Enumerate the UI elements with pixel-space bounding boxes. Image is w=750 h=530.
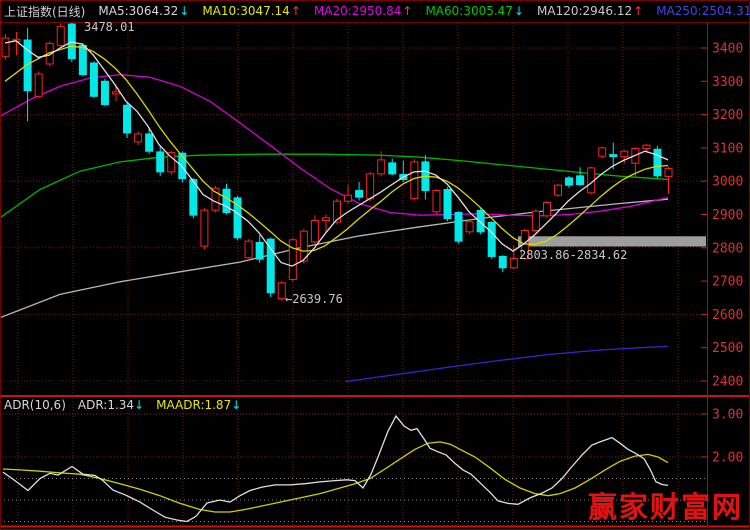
ma10-readout: MA10:3047.14↑	[202, 4, 301, 18]
ma20-value: MA20:2950.84	[314, 4, 402, 18]
svg-text:3100: 3100	[712, 141, 743, 156]
svg-text:2900: 2900	[712, 208, 743, 223]
chart-canvas[interactable]: 3400 3300 3200 3100 3000 2900 2800 2700 2600 2500…	[0, 0, 750, 530]
indicator-header: 上证指数(日线) MA5:3064.32↓ MA10:3047.14↑ MA20…	[0, 0, 711, 22]
ma-line-ma250	[345, 346, 668, 381]
ma5-readout: MA5:3064.32↓	[98, 4, 189, 18]
ma60-value: MA60:3005.47	[425, 4, 513, 18]
ma120-arrow-icon: ↑	[633, 4, 643, 18]
ma5-arrow-icon: ↓	[179, 4, 189, 18]
ma120-value: MA120:2946.12	[537, 4, 632, 18]
svg-text:2400: 2400	[712, 375, 743, 390]
ma10-value: MA10:3047.14	[202, 4, 290, 18]
window-border	[1, 1, 750, 530]
ma120-readout: MA120:2946.12↑	[537, 4, 643, 18]
ma60-arrow-icon: ↓	[514, 4, 524, 18]
ma10-arrow-icon: ↑	[291, 4, 301, 18]
ma5-value: MA5:3064.32	[98, 4, 178, 18]
svg-text:2800: 2800	[712, 241, 743, 256]
ma-line-ma5	[5, 41, 668, 266]
ma60-readout: MA60:3005.47↓	[425, 4, 524, 18]
svg-text:3000: 3000	[712, 175, 743, 190]
svg-text:2700: 2700	[712, 275, 743, 290]
svg-text:3.00: 3.00	[712, 408, 743, 423]
svg-text:3200: 3200	[712, 108, 743, 123]
ma20-readout: MA20:2950.84↑	[314, 4, 413, 18]
svg-text:2600: 2600	[712, 308, 743, 323]
ma250-readout: MA250:2504.31↑	[656, 4, 750, 18]
svg-text:3300: 3300	[712, 75, 743, 90]
ma250-value: MA250:2504.31	[656, 4, 750, 18]
adr-panel	[0, 398, 707, 525]
ma20-arrow-icon: ↑	[402, 4, 412, 18]
main-panel	[0, 22, 707, 395]
stock-chart-window: 上证指数(日线) MA5:3064.32↓ MA10:3047.14↑ MA20…	[0, 0, 750, 530]
symbol-title: 上证指数(日线)	[4, 3, 85, 20]
candles	[2, 22, 672, 301]
svg-text:2500: 2500	[712, 341, 743, 356]
svg-text:3400: 3400	[712, 42, 743, 57]
svg-text:2.00: 2.00	[712, 451, 743, 466]
